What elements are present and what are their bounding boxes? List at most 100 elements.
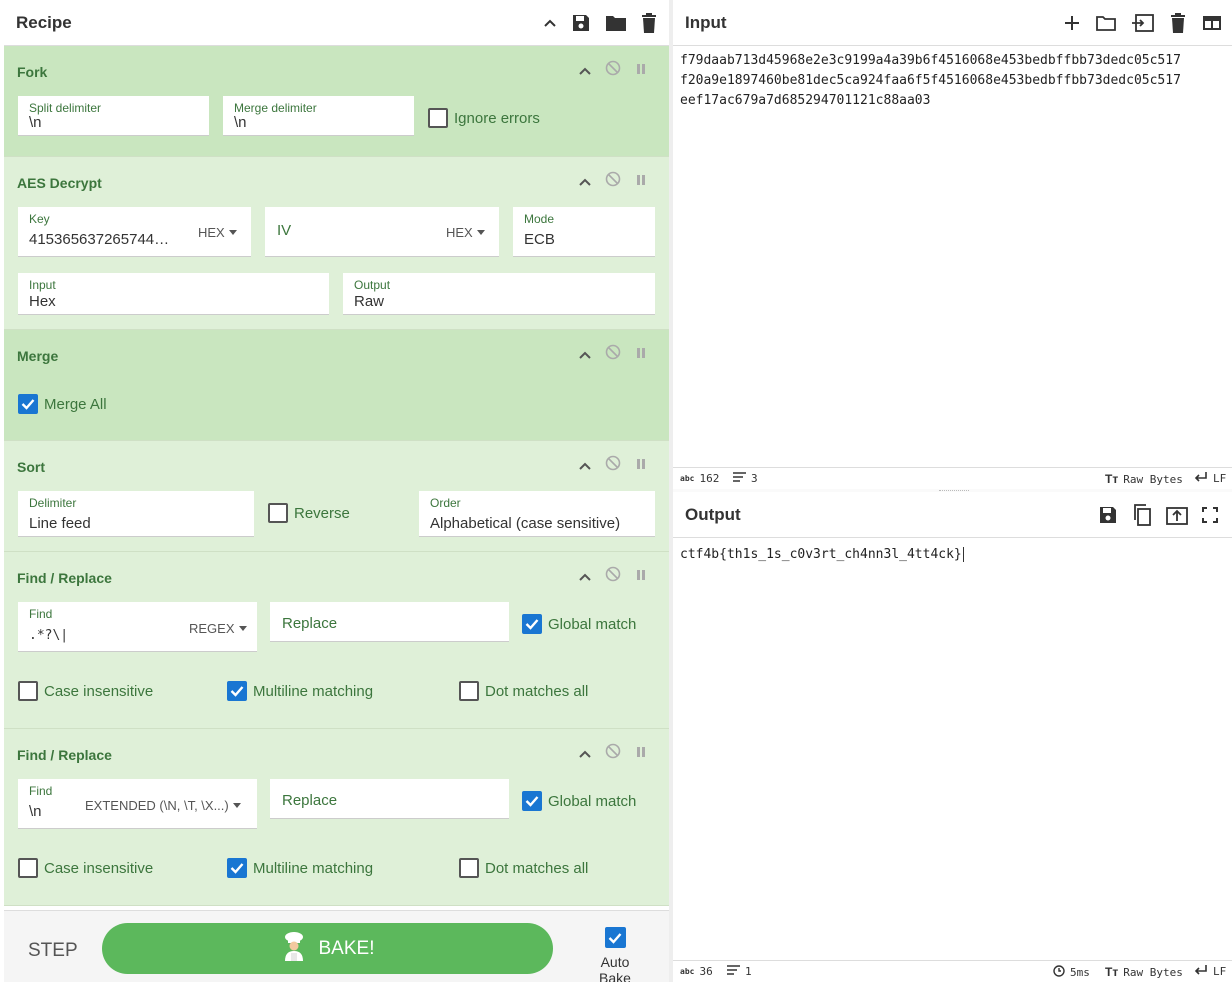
checkbox-box[interactable] <box>18 394 38 414</box>
step-button[interactable]: STEP <box>28 940 78 962</box>
dot-all-checkbox[interactable]: Dot matches all <box>459 858 588 878</box>
sort-order-select[interactable]: Order Alphabetical (case sensitive) <box>419 491 655 537</box>
output-format-select[interactable]: Output Raw <box>343 273 655 315</box>
disable-icon[interactable] <box>605 344 621 365</box>
disable-icon[interactable] <box>605 743 621 764</box>
input-encoding[interactable]: Raw Bytes <box>1123 473 1183 486</box>
find-type-dropdown[interactable]: EXTENDED (\N, \T, \X...) <box>85 798 241 813</box>
input-format-select[interactable]: Input Hex <box>18 273 329 315</box>
checkbox-box[interactable] <box>18 681 38 701</box>
disable-icon[interactable] <box>605 171 621 192</box>
breakpoint-icon[interactable] <box>635 62 647 80</box>
output-eol[interactable]: LF <box>1213 965 1226 978</box>
check-icon <box>525 619 539 630</box>
key-field[interactable]: Key 415365637265744… HEX <box>18 207 251 257</box>
case-insensitive-checkbox[interactable]: Case insensitive <box>18 681 153 701</box>
maximize-icon[interactable] <box>1202 506 1218 523</box>
breakpoint-icon[interactable] <box>635 173 647 191</box>
text-encoding-icon: Tт <box>1105 472 1119 486</box>
breakpoint-icon[interactable] <box>635 346 647 364</box>
copy-output-icon[interactable] <box>1132 503 1152 526</box>
chevron-up-icon[interactable] <box>579 346 591 364</box>
bake-button[interactable]: BAKE! <box>102 923 553 974</box>
input-eol[interactable]: LF <box>1213 472 1226 485</box>
save-recipe-icon[interactable] <box>571 13 591 33</box>
field-value: 415365637265744… <box>29 231 170 248</box>
iv-format-dropdown[interactable]: HEX <box>446 225 485 240</box>
replace-field[interactable]: Replace <box>270 602 509 642</box>
multiline-checkbox[interactable]: Multiline matching <box>227 858 373 878</box>
disable-icon[interactable] <box>605 566 621 587</box>
op-title: Sort <box>17 459 45 475</box>
auto-bake-toggle[interactable]: Auto Bake <box>583 927 647 982</box>
checkbox-box[interactable] <box>522 791 542 811</box>
mode-select[interactable]: Mode ECB <box>513 207 655 257</box>
checkbox-box[interactable] <box>522 614 542 634</box>
merge-all-checkbox[interactable]: Merge All <box>18 394 107 414</box>
open-file-icon[interactable] <box>1132 13 1154 32</box>
breakpoint-icon[interactable] <box>635 745 647 763</box>
breakpoint-icon[interactable] <box>635 457 647 475</box>
case-insensitive-checkbox[interactable]: Case insensitive <box>18 858 153 878</box>
split-delimiter-field[interactable]: Split delimiter \n <box>18 96 209 136</box>
find-type-dropdown[interactable]: REGEX <box>189 621 247 636</box>
open-folder-icon[interactable] <box>1096 15 1116 31</box>
checkbox-label: Global match <box>548 615 637 633</box>
chevron-up-icon[interactable] <box>579 745 591 763</box>
eol-icon <box>1194 472 1208 485</box>
sort-delimiter-select[interactable]: Delimiter Line feed <box>18 491 254 537</box>
save-output-icon[interactable] <box>1098 505 1118 525</box>
reverse-checkbox[interactable]: Reverse <box>268 503 350 523</box>
chevron-up-icon[interactable] <box>579 568 591 586</box>
char-count: 36 <box>699 965 713 978</box>
multiline-checkbox[interactable]: Multiline matching <box>227 681 373 701</box>
dropdown-label: REGEX <box>189 621 235 636</box>
global-match-checkbox[interactable]: Global match <box>522 791 636 811</box>
checkbox-box[interactable] <box>268 503 288 523</box>
checkbox-label: Ignore errors <box>454 109 540 127</box>
layout-icon[interactable] <box>1202 15 1222 31</box>
global-match-checkbox[interactable]: Global match <box>522 614 636 634</box>
checkbox-label: Global match <box>548 792 637 810</box>
checkbox-box[interactable] <box>604 927 626 948</box>
char-count-icon: abc <box>680 967 695 976</box>
input-textarea[interactable]: f79daab713d45968e2e3c9199a4a39b6f4516068… <box>680 51 1181 111</box>
clear-input-icon[interactable] <box>1170 12 1186 33</box>
replace-input-icon[interactable] <box>1166 505 1188 525</box>
find-field[interactable]: Find .*?\| REGEX <box>18 602 257 652</box>
add-tab-icon[interactable] <box>1064 15 1080 31</box>
field-value: Raw <box>354 293 385 310</box>
clear-recipe-icon[interactable] <box>641 12 657 33</box>
replace-field[interactable]: Replace <box>270 779 509 819</box>
find-field[interactable]: Find \n EXTENDED (\N, \T, \X...) <box>18 779 257 829</box>
key-format-dropdown[interactable]: HEX <box>198 225 237 240</box>
checkbox-box[interactable] <box>227 681 247 701</box>
field-label: Key <box>29 212 50 226</box>
checkbox-box[interactable] <box>459 681 479 701</box>
dot-all-checkbox[interactable]: Dot matches all <box>459 681 588 701</box>
chevron-up-icon[interactable] <box>579 173 591 191</box>
recipe-title: Recipe <box>16 12 72 32</box>
chevron-up-icon[interactable] <box>579 457 591 475</box>
eol-icon <box>1194 965 1208 978</box>
checkbox-box[interactable] <box>428 108 448 128</box>
char-count: 162 <box>699 472 720 485</box>
field-label: Find <box>29 784 53 798</box>
disable-icon[interactable] <box>605 455 621 476</box>
field-value: .*?\| <box>29 628 69 643</box>
checkbox-box[interactable] <box>227 858 247 878</box>
breakpoint-icon[interactable] <box>635 568 647 586</box>
ignore-errors-checkbox[interactable]: Ignore errors <box>428 108 540 128</box>
merge-delimiter-field[interactable]: Merge delimiter \n <box>223 96 414 136</box>
checkbox-label: Reverse <box>294 504 350 522</box>
checkbox-box[interactable] <box>459 858 479 878</box>
output-textarea[interactable]: ctf4b{th1s_1s_c0v3rt_ch4nn3l_4tt4ck} <box>680 545 964 565</box>
load-recipe-icon[interactable] <box>605 14 627 32</box>
checkbox-box[interactable] <box>18 858 38 878</box>
chevron-up-icon[interactable] <box>579 62 591 80</box>
iv-field[interactable]: IV HEX <box>265 207 499 257</box>
disable-icon[interactable] <box>605 60 621 81</box>
input-status-bar: abc 162 3 Tт Raw Bytes LF <box>673 467 1232 489</box>
collapse-all-icon[interactable] <box>543 18 557 28</box>
output-encoding[interactable]: Raw Bytes <box>1123 966 1183 979</box>
